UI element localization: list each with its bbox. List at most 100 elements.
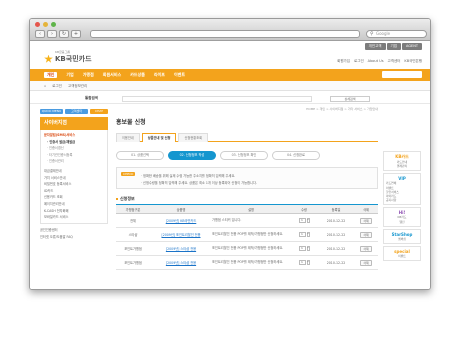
back-icon[interactable]: ‹ bbox=[35, 30, 45, 38]
star-icon bbox=[44, 54, 53, 63]
qty-value[interactable]: 1 bbox=[298, 218, 306, 223]
delete-button[interactable]: 삭제 bbox=[360, 245, 372, 252]
quantity-stepper[interactable]: 1 ▾ bbox=[298, 246, 310, 251]
search-scope-select[interactable]: 통합검색 bbox=[85, 96, 98, 101]
banner-hi[interactable]: Hi! KB카드 웹진 bbox=[383, 207, 421, 227]
banner-line: 웹진 bbox=[399, 219, 405, 224]
banner-starshop[interactable]: StarShop 멤버쉽 bbox=[383, 228, 421, 245]
lnb-item[interactable]: 비밀번호 등록서비스 bbox=[44, 181, 104, 188]
gnb-personal[interactable]: 개인 bbox=[44, 72, 58, 78]
lnb-item[interactable]: K-CASH 전자화폐 bbox=[44, 208, 104, 215]
cell-desc: 포인트리할인 전용 POP를 제작/가맹점만 신청하세요. bbox=[212, 260, 284, 265]
banner-kbcard[interactable]: KB카드 카드안내 결제관리 bbox=[383, 151, 421, 172]
table-row: 전체 [2009년] KB국민카드 가맹점 스티커 입니다. 1 ▾ 2010-1… bbox=[116, 213, 378, 228]
browser-window: ‹ › ↻ + ⚲ Google 개인고객 기업 AGENT KB금융그룹 KB… bbox=[29, 18, 431, 290]
quantity-stepper[interactable]: 1 ▾ bbox=[298, 260, 310, 265]
product-link[interactable]: [2009년] 스타샵 전용 bbox=[166, 247, 196, 251]
gnb-member-service[interactable]: 회원서비스 bbox=[103, 72, 121, 78]
lnb-subitem[interactable]: · 인증서 발급/재발급 bbox=[44, 139, 104, 146]
tab-guide[interactable]: 이용안내 bbox=[116, 133, 140, 142]
link-login[interactable]: 로그인 bbox=[354, 59, 364, 64]
lnb-item[interactable]: 모바일카드 서비스 bbox=[44, 214, 104, 221]
delete-button[interactable]: 삭제 bbox=[360, 217, 372, 224]
gnb-business[interactable]: 기업 bbox=[66, 72, 73, 78]
chevron-down-icon[interactable]: ▾ bbox=[306, 246, 310, 251]
search-row: 통합검색 상세검색 bbox=[30, 95, 430, 104]
house-icon[interactable]: ⌂ bbox=[44, 84, 46, 89]
table-header-row: 가맹점구분 상품명 설명 수량 등록일 삭제 bbox=[116, 204, 378, 214]
product-link[interactable]: [2009년] 포인트리할인 전용 bbox=[161, 233, 200, 237]
util-business[interactable]: 기업 bbox=[386, 43, 401, 50]
link-about[interactable]: About Us bbox=[368, 59, 384, 64]
gnb-search-input[interactable] bbox=[382, 71, 422, 78]
gnb-life[interactable]: 라이프 bbox=[154, 72, 165, 78]
tab-product-apply[interactable]: 상품안내 및 신청 bbox=[141, 133, 177, 142]
th-qty: 수량 bbox=[290, 204, 318, 214]
detail-search-button[interactable]: 상세검색 bbox=[330, 96, 370, 102]
cell-desc: 포인트리할인 전용 POP를 제작/가맹점만 신청하세요. bbox=[212, 232, 284, 237]
add-tab-icon[interactable]: + bbox=[71, 30, 81, 38]
chevron-down-icon[interactable]: ▾ bbox=[306, 260, 310, 265]
step-2: 02. 신청정보 작성 bbox=[168, 151, 216, 160]
product-link[interactable]: [2009년] 스타샵 전용 bbox=[166, 261, 196, 265]
kb-logo[interactable]: KB금융그룹 KB국민카드 bbox=[44, 50, 92, 64]
chevron-down-icon[interactable]: ▾ bbox=[306, 232, 310, 237]
address-bar[interactable] bbox=[90, 30, 360, 38]
lnb-subitem[interactable]: · 타기관인증서등록 bbox=[44, 152, 104, 159]
forward-icon[interactable]: › bbox=[47, 30, 57, 38]
chevron-down-icon[interactable]: ▾ bbox=[306, 218, 310, 223]
lnb-footer-cert[interactable]: 공인인증센터 bbox=[40, 227, 108, 234]
product-link[interactable]: [2009년] KB국민카드 bbox=[166, 219, 197, 223]
lnb-subitem[interactable]: · 인증서갱신 bbox=[44, 145, 104, 152]
quick-chat-button[interactable]: CHAT bbox=[90, 109, 108, 114]
delete-button[interactable]: 삭제 bbox=[360, 259, 372, 266]
quantity-stepper[interactable]: 1 ▾ bbox=[298, 218, 310, 223]
util-personal[interactable]: 개인고객 bbox=[364, 43, 386, 50]
reload-icon[interactable]: ↻ bbox=[59, 30, 69, 38]
lnb-item[interactable]: 페이지관리안내 bbox=[44, 201, 104, 208]
browser-search-input[interactable]: ⚲ Google bbox=[366, 30, 427, 38]
lnb-item[interactable]: 신용카드 조회 bbox=[44, 194, 104, 201]
gnb-merchant[interactable]: 가맹점 bbox=[83, 72, 94, 78]
lnb-item[interactable]: 가치 서비스안내 bbox=[44, 175, 104, 182]
quantity-stepper[interactable]: 1 ▾ bbox=[298, 232, 310, 237]
close-dot[interactable] bbox=[35, 22, 40, 27]
lnb-footer-faq[interactable]: 인터넷 오류/도움말 FAQ bbox=[40, 234, 108, 241]
qty-value[interactable]: 1 bbox=[298, 232, 306, 237]
logo-subtitle: KB금융그룹 bbox=[55, 50, 71, 54]
banner-line[interactable]: 공지사항 bbox=[386, 198, 418, 202]
banner-vip[interactable]: VIP 카드연체 이벤트 할인서비스 마이카드 공지사항 bbox=[383, 173, 421, 206]
link-signup[interactable]: 회원가입 bbox=[337, 59, 350, 64]
lnb-footer: 공인인증센터 인터넷 오류/도움말 FAQ bbox=[40, 227, 108, 241]
lnb-subitem[interactable]: · 인증서관리 bbox=[44, 158, 104, 165]
site-search-input[interactable] bbox=[122, 96, 312, 102]
cell-desc: 포인트리할인 전용 POP를 제작/가맹점만 신청하세요. bbox=[212, 246, 284, 251]
page-title: 홍보물 신청 bbox=[116, 119, 146, 126]
lnb-menu: 문자알림(SMS)서비스 · 인증서 발급/재발급 · 인증서갱신 · 타기관인… bbox=[40, 130, 108, 224]
utility-tabs: 개인고객 기업 AGENT bbox=[364, 43, 422, 50]
gnb-event[interactable]: 이벤트 bbox=[174, 72, 185, 78]
step-4: 04. 신청완료 bbox=[272, 151, 320, 160]
link-kb-bank[interactable]: KB국민은행 bbox=[404, 59, 422, 64]
lnb-item[interactable]: ID카드 bbox=[44, 188, 104, 195]
banner-line: 결제관리 bbox=[396, 164, 408, 169]
sub-customer-info[interactable]: 고객정보관리 bbox=[68, 84, 87, 89]
kb-card-website: 개인고객 기업 AGENT KB금융그룹 KB국민카드 회원가입 로그인 Abo… bbox=[30, 41, 430, 289]
lnb-item[interactable]: 문자알림(SMS)서비스 bbox=[44, 132, 104, 139]
quick-center-button[interactable]: 고객센터 bbox=[65, 109, 88, 114]
link-customer-center[interactable]: 고객센터 bbox=[388, 59, 401, 64]
table-row: 스타샵 [2009년] 포인트리할인 전용 포인트리할인 전용 POP를 제작/… bbox=[116, 227, 378, 242]
browser-chrome: ‹ › ↻ + ⚲ Google bbox=[30, 19, 430, 41]
tab-apply-status[interactable]: 신청현황조회 bbox=[178, 133, 209, 142]
qty-value[interactable]: 1 bbox=[298, 246, 306, 251]
util-agent[interactable]: AGENT bbox=[401, 43, 422, 50]
quick-menu-button[interactable]: QUICK MENU bbox=[40, 109, 63, 114]
sub-login[interactable]: 로그인 bbox=[52, 84, 62, 89]
banner-special[interactable]: special 이벤트 bbox=[383, 246, 421, 262]
minimize-dot[interactable] bbox=[43, 22, 48, 27]
lnb-item[interactable]: 대금결제안내 bbox=[44, 168, 104, 175]
qty-value[interactable]: 1 bbox=[298, 260, 306, 265]
delete-button[interactable]: 삭제 bbox=[360, 231, 372, 238]
gnb-card-products[interactable]: 카드상품 bbox=[130, 72, 145, 78]
maximize-dot[interactable] bbox=[51, 22, 56, 27]
